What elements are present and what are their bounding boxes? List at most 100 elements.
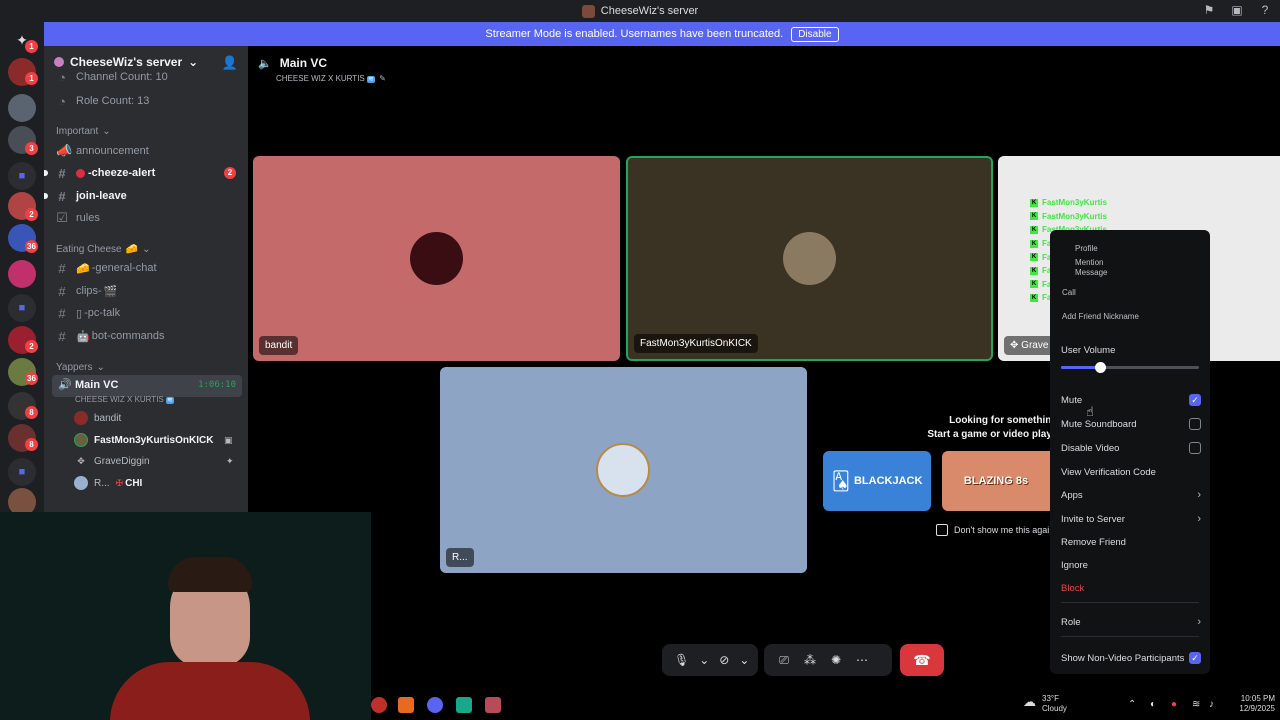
menu-view-verification-code[interactable]: View Verification Code <box>1061 463 1201 481</box>
voice-user-name: FastMon3yKurtisOnKICK <box>94 434 214 446</box>
video-tile-bandit[interactable]: bandit <box>253 156 620 361</box>
voice-header-status[interactable]: CHEESE WIZ X KURTIS ≋ ✎ <box>276 74 386 83</box>
wifi-emoji-icon: ≋ <box>166 397 174 404</box>
chevron-down-icon: ⌄ <box>102 126 111 137</box>
taskbar: ☁ 33°F Cloudy ⌃ ◐ ● ≋ ♪ 10:05 PM 12/9/20… <box>371 690 1280 720</box>
channel-rules[interactable]: ☑ rules <box>52 208 242 228</box>
user-volume-knob[interactable] <box>1094 362 1106 373</box>
menu-remove-friend[interactable]: Remove Friend <box>1061 533 1201 551</box>
voice-user[interactable]: ✥ GraveDiggin ✦ <box>74 452 234 470</box>
menu-role-label: Role <box>1061 616 1081 628</box>
category-important[interactable]: Important ⌄ <box>56 126 111 137</box>
invite-people-icon[interactable]: 👤 <box>222 55 238 71</box>
channel-pc-talk[interactable]: # ▯ -pc-talk <box>52 303 242 323</box>
camera-off-icon[interactable]: ⊘ <box>719 653 729 667</box>
voice-user[interactable]: bandit <box>74 409 121 427</box>
channel-announcement-label: announcement <box>76 145 149 157</box>
hash-icon: # <box>58 328 66 344</box>
flag-icon[interactable]: ⚑ <box>1202 3 1216 17</box>
avatar <box>783 232 836 285</box>
mute-checkbox[interactable]: ✓ <box>1189 394 1201 406</box>
voice-user[interactable]: FastMon3yKurtisOnKICK ▣ <box>74 431 233 449</box>
channel-cheeze-alert[interactable]: # -cheeze-alert 2 <box>44 163 242 183</box>
edit-pencil-icon[interactable]: ✎ <box>379 74 386 83</box>
weather-widget[interactable]: 33°F Cloudy <box>1042 694 1067 714</box>
voice-user[interactable]: R... ✠ CHI <box>74 474 142 492</box>
voice-channel-main-vc[interactable]: 🔊 Main VC 1:06:10 <box>52 375 242 397</box>
pc-emoji-icon: ▯ <box>76 307 83 320</box>
channel-cheeze-alert-label: -cheeze-alert <box>88 167 156 179</box>
menu-ghost-call: Call <box>1062 288 1076 297</box>
stat-role-count[interactable]: ◔ Role Count: 13 <box>52 91 242 111</box>
clock[interactable]: 10:05 PM 12/9/2025 <box>1223 694 1275 714</box>
kick-icon: K <box>1030 253 1038 262</box>
taskbar-app-icon[interactable] <box>456 697 472 713</box>
channel-bot-commands[interactable]: # 🤖 bot-commands <box>52 326 242 346</box>
taskbar-app-icon[interactable] <box>371 697 387 713</box>
tray-chevron-up-icon[interactable]: ⌃ <box>1128 699 1136 710</box>
disable-streamer-mode-button[interactable]: Disable <box>791 26 839 42</box>
menu-mute[interactable]: Mute ✓ <box>1061 391 1201 409</box>
tray-app-icon[interactable]: ◐ <box>1150 699 1156 710</box>
menu-invite-to-server[interactable]: Invite to Server › <box>1061 510 1201 528</box>
inbox-icon[interactable]: ▣ <box>1230 3 1244 17</box>
category-eating-cheese[interactable]: Eating Cheese 🧀 ⌄ <box>56 244 150 255</box>
activity-card-blackjack[interactable]: 🂡 BLACKJACK <box>823 451 931 511</box>
kick-icon: K <box>1030 225 1038 234</box>
rail-badge: 2 <box>25 208 38 221</box>
channel-join-leave[interactable]: # join-leave <box>44 186 242 206</box>
menu-apps[interactable]: Apps › <box>1061 486 1201 504</box>
deafened-icon: ✦ <box>226 455 234 466</box>
menu-show-non-video[interactable]: Show Non-Video Participants ✓ <box>1061 649 1201 667</box>
volume-icon[interactable]: ♪ <box>1209 699 1214 710</box>
show-non-video-checkbox[interactable]: ✓ <box>1189 652 1201 664</box>
menu-disable-video[interactable]: Disable Video <box>1061 439 1201 457</box>
tray-mic-icon[interactable]: ● <box>1171 699 1177 710</box>
video-tile-r[interactable]: R... <box>440 367 807 573</box>
screen-share-icon[interactable]: ⎚ <box>776 653 792 668</box>
folder-icon[interactable]: ■ <box>8 162 36 190</box>
activities-icon[interactable]: ⁂ <box>802 653 818 667</box>
soundboard-icon[interactable]: ✺ <box>828 653 844 667</box>
dont-show-again[interactable]: Don't show me this agai <box>936 524 1049 536</box>
category-yappers[interactable]: Yappers ⌄ <box>56 362 105 373</box>
chevron-down-icon[interactable]: ⌄ <box>739 653 749 667</box>
menu-block[interactable]: Block <box>1061 579 1201 597</box>
menu-mute-label: Mute <box>1061 394 1083 406</box>
avatar: ✥ <box>74 454 88 468</box>
category-eating-cheese-label: Eating Cheese <box>56 244 122 255</box>
channel-announcement[interactable]: 📣 announcement <box>52 141 242 161</box>
taskbar-app-icon[interactable] <box>485 697 501 713</box>
folder-icon[interactable]: ■ <box>8 294 36 322</box>
taskbar-app-icon[interactable] <box>398 697 414 713</box>
server-icon[interactable] <box>8 260 36 288</box>
server-icon[interactable] <box>8 94 36 122</box>
microphone-icon[interactable]: 🎙 <box>674 653 689 667</box>
menu-ignore[interactable]: Ignore <box>1061 556 1201 574</box>
video-tile-fastmon3y[interactable]: FastMon3yKurtisOnKICK <box>626 156 993 361</box>
user-volume-slider[interactable] <box>1061 362 1199 373</box>
mute-soundboard-checkbox[interactable] <box>1189 418 1201 430</box>
menu-mute-soundboard[interactable]: Mute Soundboard <box>1061 415 1201 433</box>
menu-divider <box>1061 602 1199 603</box>
channel-clips[interactable]: # clips- 🎬 <box>52 281 242 301</box>
help-icon[interactable]: ? <box>1258 3 1272 17</box>
phone-hangup-icon: ☎ <box>913 651 931 668</box>
disable-video-checkbox[interactable] <box>1189 442 1201 454</box>
dont-show-checkbox[interactable] <box>936 524 948 536</box>
avatar <box>410 232 463 285</box>
discord-taskbar-icon[interactable] <box>427 697 443 713</box>
stat-channel-count[interactable]: ◔ Channel Count: 10 <box>52 70 242 84</box>
chevron-down-icon[interactable]: ⌄ <box>699 653 709 667</box>
disconnect-button[interactable]: ☎ <box>900 644 944 676</box>
more-icon[interactable]: ⋯ <box>854 653 870 667</box>
wifi-icon[interactable]: ≋ <box>1192 699 1200 710</box>
server-rail: ✦ 1 1 3 ■ 2 36 ■ 2 36 8 8 ■ <box>0 22 44 516</box>
megaphone-icon: 📣 <box>56 143 73 158</box>
channel-general-chat[interactable]: # 🧀 -general-chat <box>52 258 242 278</box>
rail-badge: 2 <box>25 340 38 353</box>
activity-card-blazing8s[interactable]: BLAZING 8s <box>942 451 1050 511</box>
menu-role[interactable]: Role › <box>1061 613 1201 631</box>
folder-icon[interactable]: ■ <box>8 458 36 486</box>
webcam-person-body <box>110 662 310 720</box>
